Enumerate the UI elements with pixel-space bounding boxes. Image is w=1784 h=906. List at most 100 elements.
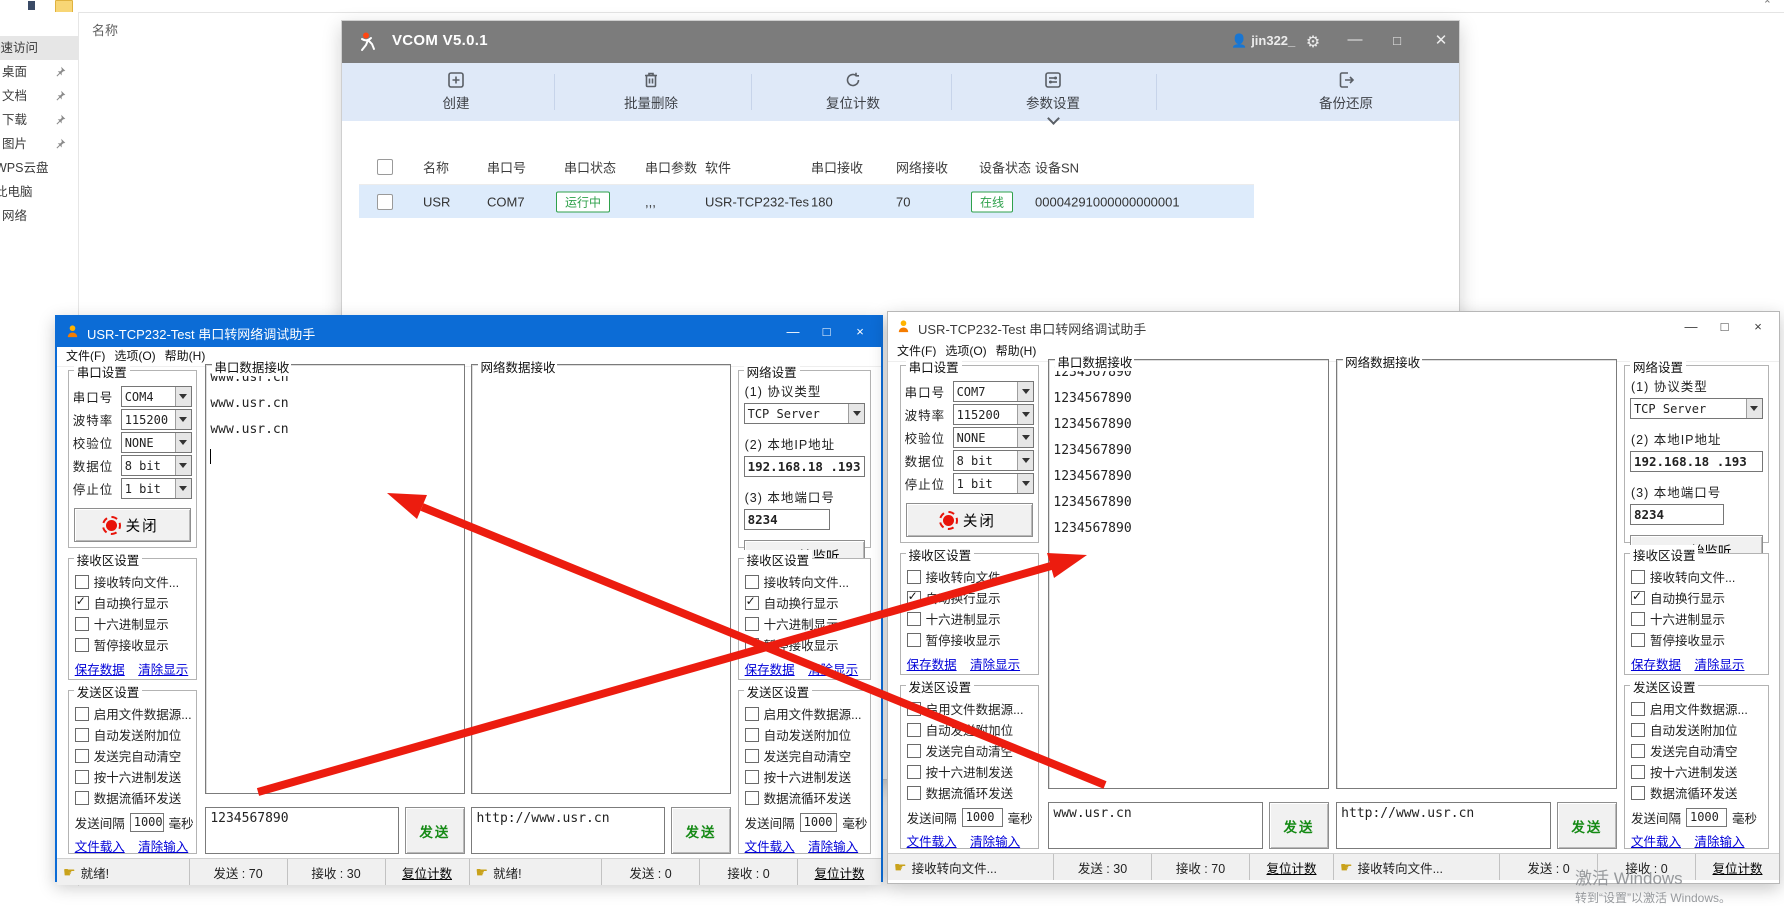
dropdown-select[interactable]: 8 bit bbox=[121, 455, 192, 476]
vcom-titlebar[interactable]: VCOM V5.0.1 👤jin322_ ⚙ — □ ✕ bbox=[342, 21, 1459, 63]
checkbox-option[interactable]: ✓ 发送完自动清空 bbox=[907, 740, 1036, 761]
save-data-link[interactable]: 保存数据 bbox=[745, 663, 795, 677]
checkbox[interactable]: ✓ bbox=[745, 749, 759, 763]
clear-display-link[interactable]: 清除显示 bbox=[1694, 658, 1744, 672]
checkbox-option[interactable]: ✓ 暂停接收显示 bbox=[75, 634, 193, 655]
dropdown-select[interactable]: NONE bbox=[121, 432, 192, 453]
sidebar-item[interactable]: 下载 bbox=[0, 108, 78, 132]
serial-data-receive-box[interactable]: www.usr.cnwww.usr.cnwww.usr.cn bbox=[205, 364, 465, 794]
serial-data-receive-box[interactable]: 1234567890123456789012345678901234567890… bbox=[1048, 359, 1329, 789]
checkbox[interactable]: ✓ bbox=[75, 617, 89, 631]
local-port-input[interactable]: 8234 bbox=[1630, 504, 1724, 525]
load-file-link[interactable]: 文件载入 bbox=[907, 835, 957, 849]
sidebar-item[interactable]: 网络 bbox=[0, 204, 78, 228]
checkbox-option[interactable]: ✓ 数据流循环发送 bbox=[1631, 782, 1765, 803]
checkbox-option[interactable]: ✓ 发送完自动清空 bbox=[745, 745, 868, 766]
checkbox[interactable]: ✓ bbox=[745, 638, 759, 652]
reset-count-button[interactable]: 复位计数 bbox=[788, 70, 918, 113]
dropdown-select[interactable]: 1 bit bbox=[953, 473, 1035, 494]
select-all-checkbox[interactable] bbox=[377, 159, 393, 175]
param-settings-button[interactable]: 参数设置 bbox=[988, 70, 1118, 123]
sidebar-item[interactable]: 文档 bbox=[0, 84, 78, 108]
dropdown-select[interactable]: 115200 bbox=[121, 409, 192, 430]
clear-display-link[interactable]: 清除显示 bbox=[970, 658, 1020, 672]
protocol-select[interactable]: TCP Server bbox=[744, 403, 866, 424]
chevron-down-icon[interactable] bbox=[1017, 382, 1033, 401]
checkbox[interactable]: ✓ bbox=[1631, 633, 1645, 647]
checkbox[interactable]: ✓ bbox=[907, 702, 921, 716]
checkbox-option[interactable]: ✓ 自动发送附加位 bbox=[907, 719, 1036, 740]
checkbox-option[interactable]: ✓ 暂停接收显示 bbox=[1631, 629, 1765, 650]
load-file-link[interactable]: 文件载入 bbox=[1631, 835, 1681, 849]
checkbox-option[interactable]: ✓ 数据流循环发送 bbox=[75, 787, 193, 808]
clear-input-link[interactable]: 清除输入 bbox=[138, 840, 188, 854]
checkbox[interactable]: ✓ bbox=[907, 591, 921, 605]
clear-input-link[interactable]: 清除输入 bbox=[1694, 835, 1744, 849]
create-button[interactable]: 创建 bbox=[391, 70, 521, 113]
batch-delete-button[interactable]: 批量删除 bbox=[586, 70, 716, 113]
checkbox[interactable]: ✓ bbox=[745, 707, 759, 721]
checkbox-option[interactable]: ✓ 十六进制显示 bbox=[75, 613, 193, 634]
checkbox-option[interactable]: ✓ 启用文件数据源... bbox=[907, 698, 1036, 719]
net-send-button[interactable]: 发送 bbox=[1557, 802, 1617, 849]
save-data-link[interactable]: 保存数据 bbox=[75, 663, 125, 677]
checkbox[interactable]: ✓ bbox=[745, 791, 759, 805]
checkbox[interactable]: ✓ bbox=[907, 765, 921, 779]
chevron-down-icon[interactable] bbox=[1746, 399, 1762, 418]
checkbox[interactable]: ✓ bbox=[1631, 723, 1645, 737]
settings-gear-icon[interactable]: ⚙ bbox=[1298, 32, 1328, 52]
local-ip-input[interactable]: 192.168.18 .193 bbox=[1630, 451, 1763, 472]
checkbox[interactable]: ✓ bbox=[1631, 765, 1645, 779]
checkbox[interactable]: ✓ bbox=[1631, 786, 1645, 800]
clear-display-link[interactable]: 清除显示 bbox=[808, 663, 858, 677]
checkbox[interactable]: ✓ bbox=[907, 570, 921, 584]
chevron-down-icon[interactable] bbox=[1017, 405, 1033, 424]
chevron-down-icon[interactable] bbox=[1017, 428, 1033, 447]
net-send-button[interactable]: 发送 bbox=[671, 807, 731, 854]
checkbox[interactable]: ✓ bbox=[75, 791, 89, 805]
checkbox[interactable]: ✓ bbox=[1631, 591, 1645, 605]
checkbox[interactable]: ✓ bbox=[745, 596, 759, 610]
net-send-input[interactable]: http://www.usr.cn bbox=[471, 807, 665, 854]
checkbox-option[interactable]: ✓ 启用文件数据源... bbox=[1631, 698, 1765, 719]
checkbox[interactable]: ✓ bbox=[75, 596, 89, 610]
chevron-down-icon[interactable] bbox=[175, 433, 191, 452]
checkbox[interactable]: ✓ bbox=[75, 707, 89, 721]
checkbox-option[interactable]: ✓ 发送完自动清空 bbox=[75, 745, 193, 766]
checkbox-option[interactable]: ✓ 自动发送附加位 bbox=[1631, 719, 1765, 740]
load-file-link[interactable]: 文件载入 bbox=[745, 840, 795, 854]
dropdown-select[interactable]: NONE bbox=[953, 427, 1035, 448]
serial-send-button[interactable]: 发送 bbox=[1269, 802, 1329, 849]
checkbox-option[interactable]: ✓ 自动发送附加位 bbox=[75, 724, 193, 745]
checkbox[interactable]: ✓ bbox=[745, 728, 759, 742]
sidebar-item[interactable]: WPS云盘 bbox=[0, 156, 78, 180]
checkbox-option[interactable]: ✓ 按十六进制发送 bbox=[1631, 761, 1765, 782]
checkbox-option[interactable]: ✓ 按十六进制发送 bbox=[745, 766, 868, 787]
save-data-link[interactable]: 保存数据 bbox=[907, 658, 957, 672]
vcom-maximize-button[interactable]: □ bbox=[1382, 33, 1412, 48]
checkbox[interactable]: ✓ bbox=[745, 617, 759, 631]
checkbox[interactable]: ✓ bbox=[907, 744, 921, 758]
checkbox-option[interactable]: ✓ 启用文件数据源... bbox=[745, 703, 868, 724]
chevron-down-icon[interactable] bbox=[175, 479, 191, 498]
checkbox-option[interactable]: ✓ 暂停接收显示 bbox=[745, 634, 868, 655]
local-ip-input[interactable]: 192.168.18 .193 bbox=[744, 456, 866, 477]
net-data-receive-box[interactable] bbox=[1336, 359, 1617, 789]
checkbox[interactable]: ✓ bbox=[1631, 702, 1645, 716]
clear-display-link[interactable]: 清除显示 bbox=[138, 663, 188, 677]
clear-input-link[interactable]: 清除输入 bbox=[808, 840, 858, 854]
checkbox[interactable]: ✓ bbox=[75, 770, 89, 784]
send-interval-input[interactable]: 1000 bbox=[1686, 808, 1727, 827]
checkbox[interactable]: ✓ bbox=[75, 728, 89, 742]
checkbox-option[interactable]: ✓ 接收转向文件... bbox=[907, 566, 1036, 587]
checkbox-option[interactable]: ✓ 数据流循环发送 bbox=[907, 782, 1036, 803]
chevron-down-icon[interactable] bbox=[1017, 451, 1033, 470]
dropdown-select[interactable]: 8 bit bbox=[953, 450, 1035, 471]
reset-count-button[interactable]: 复位计数 bbox=[385, 859, 469, 885]
sidebar-item[interactable]: 快速访问 bbox=[0, 36, 78, 60]
serial-close-button[interactable]: 关闭 bbox=[906, 503, 1034, 537]
chevron-down-icon[interactable] bbox=[1017, 474, 1033, 493]
checkbox-option[interactable]: ✓ 发送完自动清空 bbox=[1631, 740, 1765, 761]
checkbox[interactable]: ✓ bbox=[907, 633, 921, 647]
checkbox[interactable]: ✓ bbox=[75, 638, 89, 652]
